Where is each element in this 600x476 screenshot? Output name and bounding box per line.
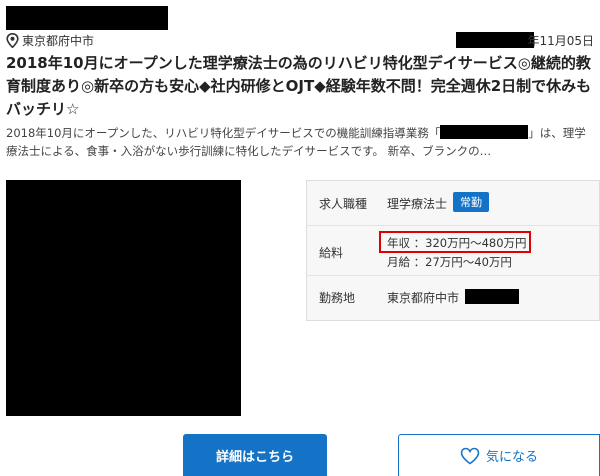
salary-highlight-box bbox=[379, 231, 531, 253]
location: 東京都府中市 bbox=[6, 32, 94, 48]
map-pin-icon bbox=[6, 32, 19, 48]
info-label-location: 勤務地 bbox=[319, 291, 356, 305]
info-value-job-type: 理学療法士 bbox=[387, 197, 448, 211]
date-redacted bbox=[456, 32, 534, 48]
company-name-redacted bbox=[6, 6, 168, 30]
info-row-location: 勤務地 東京都府中市 bbox=[307, 275, 600, 320]
employment-type-badge: 常勤 bbox=[453, 192, 489, 212]
detail-button[interactable]: 詳細はこちら bbox=[183, 434, 327, 476]
info-row-job-type: 求人職種 理学療法士 常勤 bbox=[307, 181, 600, 226]
job-info-table: 求人職種 理学療法士 常勤 給料 月給 ：27万円〜40万円 年収 ：320万円… bbox=[306, 180, 600, 321]
posted-date: 年11月05日 bbox=[527, 34, 594, 48]
job-title[interactable]: 2018年10月にオープンした理学療法士の為のリハビリ特化型デイサービス◎継続的… bbox=[6, 52, 594, 121]
job-description: 2018年10月にオープンした、リハビリ特化型デイサービスでの機能訓練指導業務「… bbox=[6, 124, 596, 160]
salary-monthly: 月給 ：27万円〜40万円 bbox=[387, 255, 512, 269]
job-description-part1: 2018年10月にオープンした、リハビリ特化型デイサービスでの機能訓練指導業務「 bbox=[6, 126, 441, 140]
info-value-location: 東京都府中市 bbox=[387, 291, 460, 305]
favorite-button-label: 気になる bbox=[485, 450, 538, 465]
info-label-job-type: 求人職種 bbox=[319, 197, 368, 211]
location-text: 東京都府中市 bbox=[22, 33, 95, 48]
job-image-redacted bbox=[6, 180, 241, 416]
facility-name-redacted bbox=[440, 125, 529, 139]
info-row-salary: 給料 月給 ：27万円〜40万円 年収 ：320万円〜480万円 bbox=[307, 225, 600, 276]
heart-icon bbox=[460, 447, 480, 464]
favorite-button[interactable]: 気になる bbox=[398, 434, 600, 476]
info-label-salary: 給料 bbox=[319, 246, 344, 260]
address-redacted bbox=[465, 289, 519, 304]
